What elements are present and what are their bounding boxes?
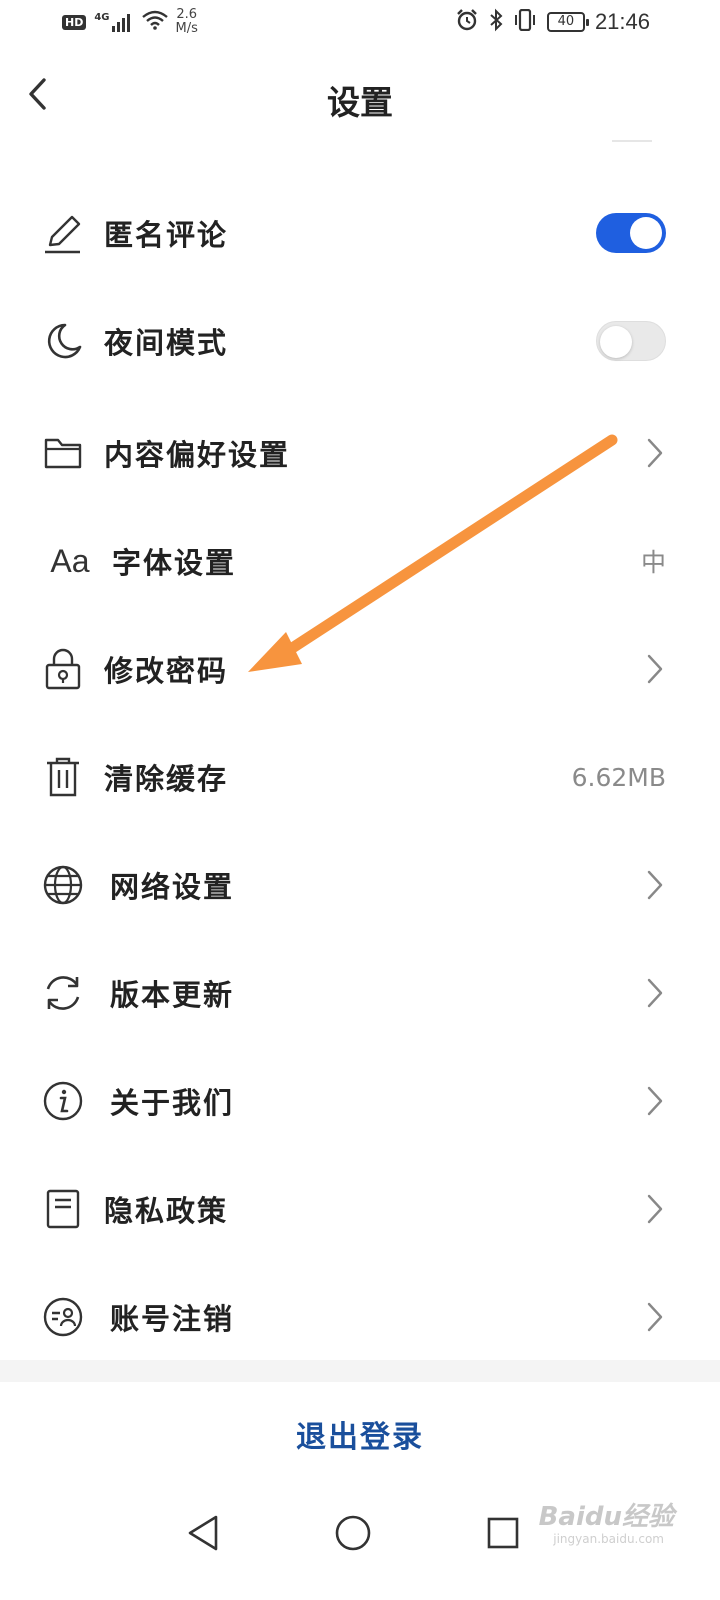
- status-bar: HD 4G 2.6 M/s 40 21:46: [0, 0, 720, 50]
- chevron-right-icon: [647, 1302, 663, 1332]
- status-time: 21:46: [594, 9, 650, 34]
- bluetooth-icon: [489, 8, 503, 36]
- status-right: 40 21:46: [455, 8, 650, 36]
- folder-icon: [40, 430, 86, 476]
- alarm-icon: [455, 8, 479, 36]
- vibrate-icon: [513, 8, 537, 35]
- setting-row-change-password[interactable]: 修改密码: [0, 615, 720, 723]
- network-speed: 2.6 M/s: [176, 8, 198, 36]
- setting-label: 账号注销: [110, 1302, 235, 1336]
- night-mode-toggle[interactable]: [596, 321, 666, 361]
- hd-badge: HD: [62, 14, 87, 30]
- title-bar: 设置: [0, 50, 720, 140]
- setting-row-content-preferences[interactable]: 内容偏好设置: [0, 399, 720, 507]
- moon-icon: [40, 318, 86, 364]
- setting-label: 修改密码: [104, 654, 229, 688]
- font-icon: Aa: [40, 538, 100, 584]
- font-size-value: 中: [640, 548, 666, 577]
- signal-icon: 4G: [94, 12, 133, 32]
- setting-row-account-cancel[interactable]: 账号注销: [0, 1263, 720, 1371]
- setting-row-version-update[interactable]: 版本更新: [0, 939, 720, 1047]
- setting-label: 字体设置: [112, 546, 237, 580]
- globe-icon: [40, 862, 86, 908]
- setting-label: 夜间模式: [104, 326, 229, 360]
- pencil-icon: [40, 210, 86, 256]
- setting-row-about-us[interactable]: 关于我们: [0, 1047, 720, 1155]
- chevron-right-icon: [647, 1086, 663, 1116]
- chevron-right-icon: [647, 438, 663, 468]
- wifi-icon: [141, 10, 168, 34]
- speed-unit: M/s: [175, 21, 198, 36]
- info-icon: [40, 1078, 86, 1124]
- setting-label: 网络设置: [110, 870, 235, 904]
- cache-size-value: 6.62MB: [571, 762, 666, 792]
- refresh-icon: [40, 970, 86, 1016]
- font-icon-text: Aa: [50, 542, 90, 579]
- battery-indicator: 40: [546, 12, 589, 32]
- account-cancel-icon: [40, 1294, 86, 1340]
- scroll-remnant-divider: [612, 140, 652, 142]
- chevron-right-icon: [647, 654, 663, 684]
- setting-row-font[interactable]: Aa 字体设置 中: [0, 507, 720, 615]
- setting-row-anonymous-comment[interactable]: 匿名评论: [0, 179, 720, 287]
- chevron-right-icon: [647, 978, 663, 1008]
- triangle-back-icon: [188, 1515, 218, 1551]
- nav-recents-button[interactable]: [478, 1508, 528, 1558]
- status-left: HD 4G 2.6 M/s: [62, 8, 198, 36]
- setting-label: 隐私政策: [104, 1194, 229, 1228]
- trash-icon: [40, 754, 86, 800]
- baidu-watermark: Baidu经验: [538, 1502, 674, 1532]
- speed-value: 2.6: [176, 7, 198, 22]
- anonymous-comment-toggle[interactable]: [596, 213, 666, 253]
- setting-label: 版本更新: [110, 978, 235, 1012]
- setting-row-clear-cache[interactable]: 清除缓存 6.62MB: [0, 723, 720, 831]
- toggle-knob: [630, 217, 662, 249]
- setting-label: 匿名评论: [104, 218, 229, 252]
- baidu-watermark-url: jingyan.baidu.com: [553, 1532, 664, 1546]
- lock-icon: [40, 646, 86, 692]
- chevron-right-icon: [647, 1194, 663, 1224]
- setting-row-night-mode[interactable]: 夜间模式: [0, 287, 720, 395]
- page-title: 设置: [327, 83, 393, 122]
- square-recents-icon: [487, 1517, 519, 1549]
- setting-label: 关于我们: [110, 1086, 235, 1120]
- nav-home-button[interactable]: [328, 1508, 378, 1558]
- document-icon: [40, 1186, 86, 1232]
- nav-back-button[interactable]: [178, 1508, 228, 1558]
- signal-type: 4G: [94, 12, 110, 23]
- section-divider: [0, 1360, 720, 1382]
- setting-label: 内容偏好设置: [104, 438, 291, 472]
- chevron-right-icon: [647, 870, 663, 900]
- setting-row-privacy-policy[interactable]: 隐私政策: [0, 1155, 720, 1263]
- logout-button[interactable]: 退出登录: [0, 1412, 720, 1456]
- toggle-knob: [600, 326, 632, 358]
- setting-label: 清除缓存: [104, 762, 229, 796]
- circle-home-icon: [335, 1515, 371, 1551]
- setting-row-network[interactable]: 网络设置: [0, 831, 720, 939]
